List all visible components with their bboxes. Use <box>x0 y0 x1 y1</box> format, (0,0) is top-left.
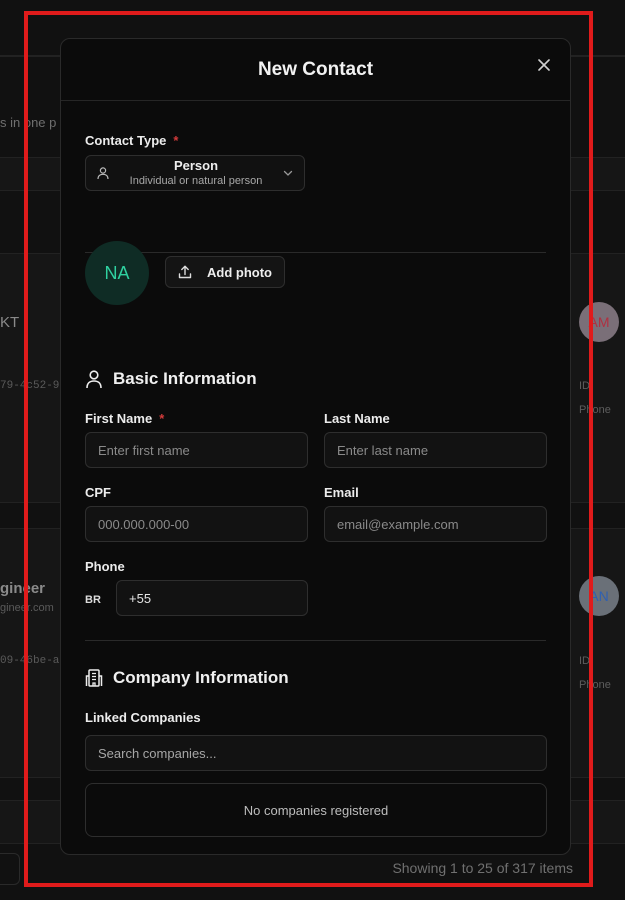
building-icon <box>85 669 103 687</box>
companies-empty-state: No companies registered <box>85 783 547 837</box>
contact-type-select[interactable]: Person Individual or natural person <box>85 155 305 191</box>
new-contact-dialog: New Contact Contact Type * Person Individ… <box>60 38 571 855</box>
last-name-label-row: Last Name <box>324 410 390 428</box>
dialog-title: New Contact <box>257 58 374 80</box>
contact-type-main: Person <box>173 157 219 173</box>
add-photo-label: Add photo <box>207 264 272 280</box>
company-info-title: Company Information <box>113 668 289 687</box>
first-name-label-row: First Name * <box>85 410 164 428</box>
contact-type-value: Person Individual or natural person <box>110 157 282 188</box>
last-name-label: Last Name <box>324 411 390 426</box>
upload-icon <box>178 265 192 279</box>
last-name-input[interactable]: Enter last name <box>324 432 547 468</box>
bg-row2-id: 09-46be-a <box>0 655 60 667</box>
email-label-row: Email <box>324 484 359 502</box>
cpf-label: CPF <box>85 485 111 500</box>
company-info-heading: Company Information <box>85 668 289 688</box>
bg-row1-phone-label: Phone <box>579 404 611 416</box>
dialog-header: New Contact <box>61 39 570 101</box>
cpf-input[interactable]: 000.000.000-00 <box>85 506 308 542</box>
phone-country-code[interactable]: BR <box>85 594 101 606</box>
bg-row1-id-label: ID <box>579 380 590 392</box>
close-button[interactable] <box>534 55 554 75</box>
bg-row1-avatar: AM <box>579 302 619 342</box>
bg-snippet: s in one p <box>0 115 57 130</box>
bg-row2-avatar: AN <box>579 576 619 616</box>
user-icon <box>86 370 102 389</box>
pagination-summary: Showing 1 to 25 of 317 items <box>392 860 573 876</box>
phone-input[interactable]: +55 <box>116 580 308 616</box>
email-label: Email <box>324 485 359 500</box>
required-mark: * <box>159 411 165 426</box>
avatar: NA <box>85 241 149 305</box>
bg-row1-id: 79-4c52-9 <box>0 380 60 392</box>
bg-row1-name: KT <box>0 314 20 331</box>
first-name-label: First Name <box>85 411 153 426</box>
phone-label: Phone <box>85 559 125 574</box>
linked-companies-label: Linked Companies <box>85 710 201 725</box>
divider <box>85 640 546 641</box>
chevron-down-icon <box>283 170 293 176</box>
contact-type-label: Contact Type <box>85 133 167 148</box>
bg-row2-name: gineer <box>0 580 46 597</box>
email-field[interactable]: email@example.com <box>324 506 547 542</box>
bg-row2-phone-label: Phone <box>579 679 611 691</box>
basic-info-title: Basic Information <box>113 369 257 388</box>
bg-row2-id-label: ID <box>579 655 590 667</box>
required-mark: * <box>173 133 179 148</box>
close-icon <box>538 59 550 71</box>
add-photo-button[interactable]: Add photo <box>165 256 285 288</box>
bg-row2-email: gineer.com <box>0 602 54 614</box>
cpf-label-row: CPF <box>85 484 111 502</box>
search-companies-input[interactable]: Search companies... <box>85 735 547 771</box>
first-name-input[interactable]: Enter first name <box>85 432 308 468</box>
linked-companies-label-row: Linked Companies <box>85 709 201 727</box>
contact-type-sub: Individual or natural person <box>129 175 263 188</box>
contact-type-label-row: Contact Type * <box>85 132 178 150</box>
divider <box>85 252 546 253</box>
phone-label-row: Phone <box>85 558 125 576</box>
person-icon <box>97 167 109 180</box>
basic-info-heading: Basic Information <box>85 369 257 389</box>
bg-page-size-select <box>0 853 20 885</box>
